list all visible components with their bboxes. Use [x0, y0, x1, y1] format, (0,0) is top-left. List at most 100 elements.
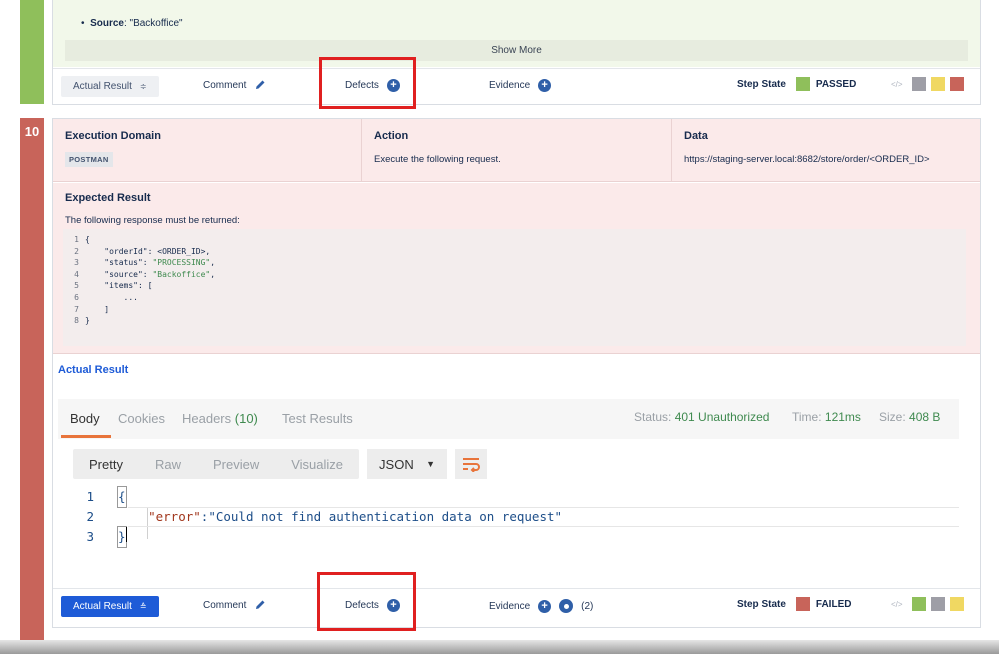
status-square-failed[interactable]	[949, 77, 964, 91]
comment-label: Comment	[203, 599, 247, 611]
comment-button[interactable]: Comment	[203, 599, 266, 611]
source-value: : "Backoffice"	[123, 18, 183, 29]
code-icon: </>	[891, 79, 903, 89]
wrap-lines-button[interactable]	[455, 449, 488, 479]
postman-tab-bar: Body Cookies Headers (10) Test Results S…	[58, 399, 959, 439]
code-line: 3 "status": "PROCESSING",	[74, 258, 216, 268]
evidence-button[interactable]: Evidence + (2)	[489, 599, 593, 613]
add-evidence-icon[interactable]: +	[538, 79, 552, 92]
format-visualize[interactable]: Visualize	[275, 457, 359, 472]
evidence-count: (2)	[581, 600, 594, 612]
source-label: Source	[90, 18, 124, 29]
caret-down-icon: ▼	[426, 459, 436, 469]
status-square-todo[interactable]	[930, 597, 945, 611]
step-9-status-bar	[20, 0, 44, 104]
expected-result-title: Expected Result	[65, 192, 151, 204]
chevron-up-icon: ≙	[139, 602, 147, 611]
execution-domain-badge: POSTMAN	[65, 152, 113, 167]
code-icon: </>	[891, 599, 903, 609]
language-value: JSON	[379, 456, 414, 472]
status-square-todo[interactable]	[911, 77, 926, 91]
postman-response-panel: Body Cookies Headers (10) Test Results S…	[58, 399, 959, 589]
page-bottom-shadow	[0, 640, 999, 654]
data-url-link[interactable]: https://staging-server.local:8682/store/…	[684, 154, 930, 165]
format-preview[interactable]: Preview	[197, 457, 275, 472]
text-cursor	[125, 527, 127, 542]
format-switcher: Pretty Raw Preview Visualize	[73, 449, 360, 479]
response-status: Status: 401 Unauthorized	[634, 410, 770, 424]
execution-domain-column: Execution Domain POSTMAN	[53, 119, 362, 182]
tab-test-results[interactable]: Test Results	[282, 411, 353, 426]
code-line: 1{	[74, 235, 90, 244]
open-brace: {	[117, 486, 127, 508]
status-value: 401 Unauthorized	[674, 410, 770, 424]
response-body-code: 1{ 2 "error": "Could not find authentica…	[58, 486, 959, 548]
code-line: 7 ]	[74, 304, 110, 314]
code-line: 2 "orderId": <ORDER_ID>,	[74, 246, 211, 256]
step-state-label: Step State	[737, 78, 786, 90]
code-line: 8}	[74, 316, 90, 326]
actual-result-toggle-button[interactable]: Actual Result ≙	[61, 596, 159, 617]
step-10-card: Execution Domain POSTMAN Action Execute …	[52, 118, 981, 628]
step-state-dropdown[interactable]: Step State PASSED	[737, 77, 856, 91]
data-header: Data	[684, 130, 708, 142]
comment-button[interactable]: Comment	[203, 79, 266, 91]
code-line: 6 ...	[74, 292, 138, 302]
actual-result-title: Actual Result	[58, 364, 129, 376]
status-square-executing[interactable]	[930, 77, 945, 91]
add-evidence-icon[interactable]: +	[538, 599, 552, 613]
chevron-down-icon: ≑	[139, 82, 147, 91]
close-brace: }	[117, 526, 127, 548]
step-state-dropdown[interactable]: Step State FAILED	[737, 597, 851, 611]
response-line: 1{	[58, 486, 959, 508]
execution-domain-header: Execution Domain	[65, 130, 161, 142]
state-color-square	[795, 597, 810, 611]
postman-format-toolbar: Pretty Raw Preview Visualize JSON ▼	[73, 449, 488, 479]
active-tab-underline	[61, 435, 111, 438]
status-square-passed[interactable]	[911, 597, 926, 611]
current-line-highlight	[128, 507, 959, 527]
step-9-toolbar: Actual Result ≑ Comment Defects + Eviden…	[53, 68, 980, 104]
response-line: 3}	[58, 526, 959, 548]
actual-result-label: Actual Result	[73, 81, 132, 92]
evidence-button[interactable]: Evidence +	[489, 79, 552, 92]
step-10-status-bar	[20, 118, 44, 640]
actual-result-toggle-button[interactable]: Actual Result ≑	[61, 76, 159, 97]
step-state-value: FAILED	[815, 598, 852, 610]
source-bullet: • Source: "Backoffice"	[81, 18, 183, 29]
expected-code-block: 1{ 2 "orderId": <ORDER_ID>, 3 "status": …	[63, 229, 966, 346]
show-more-button[interactable]: Show More	[65, 40, 968, 61]
code-line: 5 "items": [	[74, 281, 153, 291]
pencil-icon	[256, 600, 265, 609]
size-value: 408 B	[909, 410, 941, 424]
step-10-toolbar: Actual Result ≙ Comment Defects + Eviden…	[53, 588, 980, 624]
step-number: 10	[24, 124, 40, 139]
status-quick-set: </>	[891, 77, 964, 91]
format-raw[interactable]: Raw	[139, 457, 197, 472]
time-value: 121ms	[824, 410, 861, 424]
tab-cookies[interactable]: Cookies	[118, 411, 165, 426]
format-pretty[interactable]: Pretty	[73, 457, 139, 472]
tab-headers[interactable]: Headers (10)	[182, 411, 258, 426]
actual-result-label: Actual Result	[73, 601, 132, 612]
evidence-label: Evidence	[489, 80, 531, 91]
pencil-icon	[256, 80, 265, 89]
code-line: 4 "source": "Backoffice",	[74, 269, 216, 279]
response-size: Size: 408 B	[879, 410, 941, 424]
response-line: 2 "error": "Could not find authenticatio…	[58, 507, 959, 527]
comment-label: Comment	[203, 79, 247, 91]
expected-result-section: Expected Result The following response m…	[53, 183, 980, 354]
response-time: Time: 121ms	[792, 410, 861, 424]
wrap-icon	[463, 458, 480, 472]
evidence-label: Evidence	[489, 600, 531, 612]
action-column: Action Execute the following request.	[362, 119, 672, 182]
status-square-executing[interactable]	[949, 597, 964, 611]
tab-body[interactable]: Body	[70, 411, 100, 426]
step-state-label: Step State	[737, 598, 786, 610]
action-header: Action	[374, 130, 409, 142]
language-select[interactable]: JSON ▼	[367, 449, 448, 479]
data-column: Data https://staging-server.local:8682/s…	[672, 119, 980, 182]
show-more-label: Show More	[491, 45, 542, 56]
state-color-square	[795, 77, 810, 91]
eye-icon[interactable]	[559, 599, 574, 613]
